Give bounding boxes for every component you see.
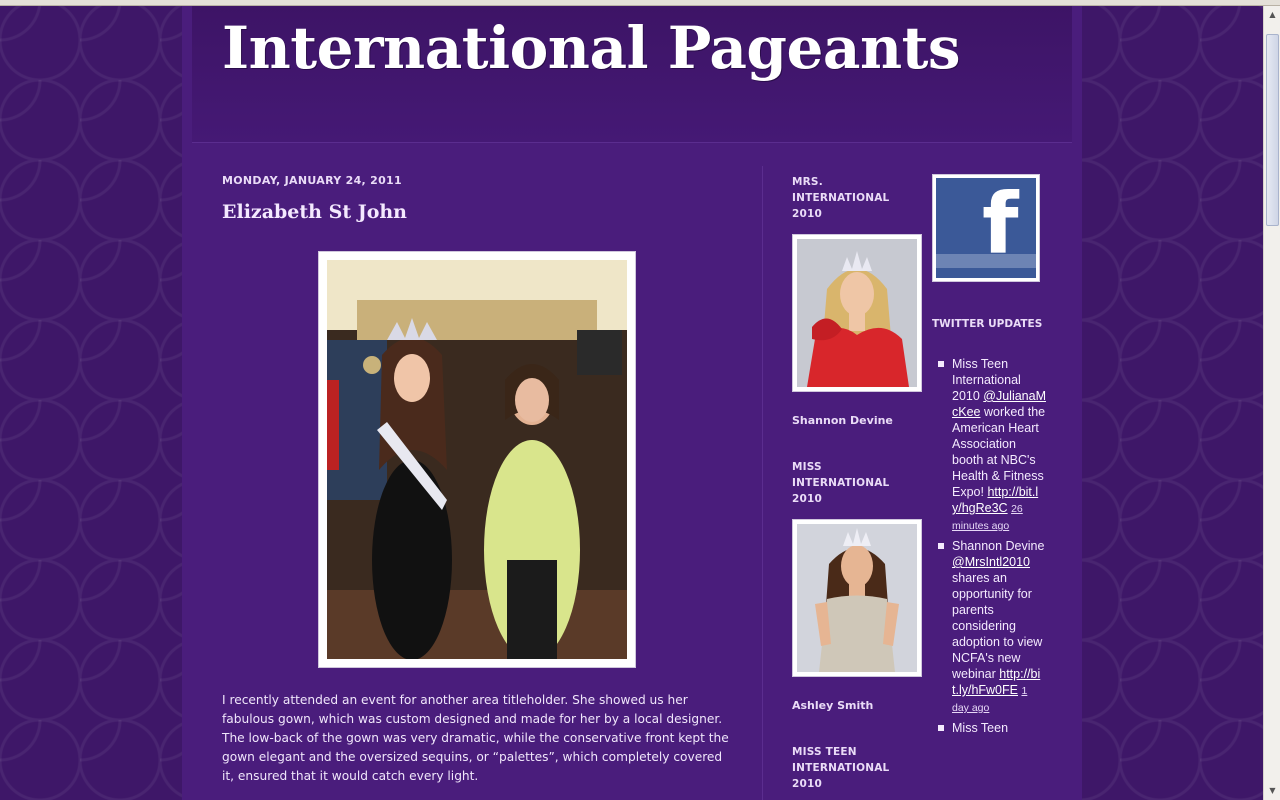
twitter-updates-list: Miss Teen International 2010 @JulianaMcK… [932,356,1047,736]
miss-international-image [797,524,917,672]
scrollbar-thumb[interactable] [1266,34,1279,226]
post-photo-image [327,260,627,659]
miss-international-photo[interactable] [792,519,922,677]
twitter-updates-heading: TWITTER UPDATES [932,318,1043,330]
post-date: MONDAY, JANUARY 24, 2011 [222,174,402,187]
widget-heading: MISS TEEN INTERNATIONAL 2010 [792,746,890,790]
mrs-international-photo[interactable] [792,234,922,392]
tweet-item: Shannon Devine @MrsIntl2010 shares an op… [932,538,1047,716]
miss-international-name: Ashley Smith [792,699,874,712]
blog-container: International Pageants MONDAY, JANUARY 2… [182,6,1082,800]
mrs-international-widget: MRS. INTERNATIONAL 2010 Shannon Devine [792,174,922,427]
blog-header: International Pageants [192,6,1072,143]
mrs-international-image [797,239,917,387]
tweet-mention-link[interactable]: @MrsIntl2010 [952,555,1030,569]
sidebar-right: f TWITTER UPDATES Miss Teen Internationa… [932,174,1047,740]
vertical-scrollbar[interactable]: ▲ ▼ [1263,6,1280,800]
miss-international-widget: MISS INTERNATIONAL 2010 Ashley Smith [792,459,922,712]
scroll-down-icon[interactable]: ▼ [1266,784,1279,798]
facebook-badge[interactable]: f [932,174,1040,282]
post-photo[interactable] [318,251,636,668]
mrs-international-name: Shannon Devine [792,414,893,427]
blog-title[interactable]: International Pageants [222,14,961,82]
sidebar-left: MRS. INTERNATIONAL 2010 Shannon Devine M… [792,174,922,792]
widget-heading: MRS. INTERNATIONAL 2010 [792,176,890,220]
post-body: I recently attended an event for another… [222,693,729,783]
tweet-item: Miss Teen International 2010 @JulianaMcK… [932,356,1047,534]
sidebar-divider [762,166,763,800]
post-title[interactable]: Elizabeth St John [222,201,732,223]
widget-heading: MISS INTERNATIONAL 2010 [792,461,890,505]
scroll-up-icon[interactable]: ▲ [1266,8,1279,22]
tweet-item: Miss Teen [932,720,1047,736]
main-column: MONDAY, JANUARY 24, 2011 Elizabeth St Jo… [222,174,732,783]
facebook-f-icon: f [936,178,1036,278]
miss-teen-international-widget: MISS TEEN INTERNATIONAL 2010 [792,744,922,792]
